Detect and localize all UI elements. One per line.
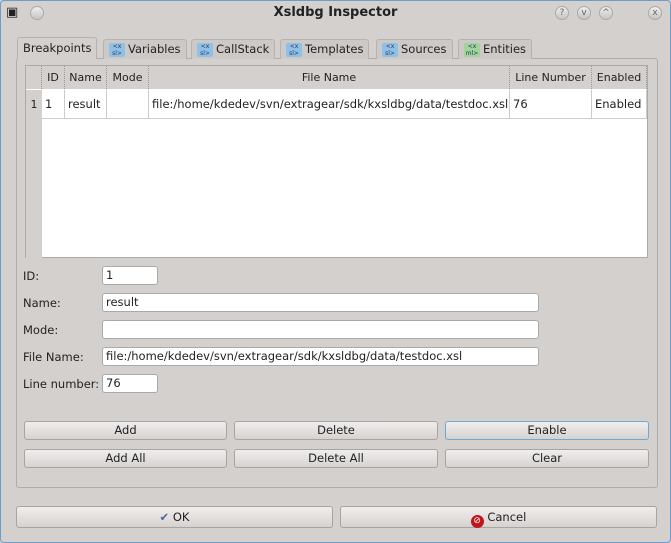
column-header-line-number[interactable]: Line Number <box>510 66 592 89</box>
window-title: Xsldbg Inspector <box>273 5 398 20</box>
mode-input[interactable] <box>102 320 539 339</box>
xsl-icon: <x sl> <box>382 42 398 57</box>
delete-all-button[interactable]: Delete All <box>234 449 438 468</box>
breakpoints-table[interactable]: ID Name Mode File Name Line Number Enabl… <box>25 65 648 258</box>
maximize-button[interactable]: ^ <box>599 6 613 20</box>
tab-callstack[interactable]: <x sl> CallStack <box>191 39 276 59</box>
corner-header <box>26 66 42 89</box>
minimize-button[interactable]: v <box>577 6 591 20</box>
cancel-icon: ⊘ <box>470 515 484 528</box>
cell-file-name[interactable]: file:/home/kdedev/svn/extragear/sdk/kxsl… <box>149 90 510 119</box>
cell-id[interactable]: 1 <box>42 90 65 119</box>
cancel-label: Cancel <box>487 510 527 524</box>
xsl-icon: <x sl> <box>286 42 302 57</box>
xsl-icon: <x sl> <box>109 42 125 57</box>
xsl-icon: <x sl> <box>197 42 213 57</box>
tab-label: Variables <box>128 42 181 56</box>
mode-label: Mode: <box>23 323 59 337</box>
file-name-label: File Name: <box>23 350 84 364</box>
help-button[interactable]: ? <box>555 6 569 20</box>
cell-name[interactable]: result <box>65 90 107 119</box>
id-input[interactable]: 1 <box>102 266 158 285</box>
tab-entities[interactable]: <x ml> Entities <box>458 39 533 59</box>
add-all-button[interactable]: Add All <box>24 449 227 468</box>
row-number[interactable]: 1 <box>26 90 42 119</box>
tab-label: Breakpoints <box>23 41 92 55</box>
column-header-mode[interactable]: Mode <box>107 66 149 89</box>
file-name-input[interactable]: file:/home/kdedev/svn/extragear/sdk/kxsl… <box>102 347 539 366</box>
id-label: ID: <box>23 269 40 283</box>
ok-label: OK <box>172 510 190 524</box>
cell-line-number[interactable]: 76 <box>510 90 592 119</box>
name-label: Name: <box>23 296 61 310</box>
cancel-button[interactable]: ⊘ Cancel <box>340 506 657 528</box>
tab-variables[interactable]: <x sl> Variables <box>103 39 187 59</box>
delete-button[interactable]: Delete <box>234 421 438 440</box>
column-header-name[interactable]: Name <box>65 66 107 89</box>
ok-button[interactable]: ✔ OK <box>16 506 333 528</box>
cell-mode[interactable] <box>107 90 149 119</box>
tab-label: Entities <box>483 42 527 56</box>
column-header-enabled[interactable]: Enabled <box>592 66 647 89</box>
cell-enabled[interactable]: Enabled <box>592 90 647 119</box>
name-input[interactable]: result <box>102 293 539 312</box>
add-button[interactable]: Add <box>24 421 227 440</box>
tab-label: CallStack <box>216 42 270 56</box>
tab-sources[interactable]: <x sl> Sources <box>376 39 453 59</box>
xml-icon: <x ml> <box>464 42 480 57</box>
dialog-window: ▣ Xsldbg Inspector ? v ^ x Breakpoints <… <box>0 0 671 543</box>
line-number-label: Line number: <box>23 377 100 391</box>
enable-button[interactable]: Enable <box>445 421 649 440</box>
tab-breakpoints[interactable]: Breakpoints <box>17 37 98 59</box>
tab-label: Sources <box>401 42 447 56</box>
tab-templates[interactable]: <x sl> Templates <box>280 39 370 59</box>
line-number-input[interactable]: 76 <box>102 374 158 393</box>
clear-button[interactable]: Clear <box>445 449 649 468</box>
checkmark-icon: ✔ <box>159 510 170 524</box>
tab-label: Templates <box>305 42 364 56</box>
column-header-id[interactable]: ID <box>42 66 65 89</box>
close-button[interactable]: x <box>648 6 662 20</box>
column-header-file-name[interactable]: File Name <box>149 66 510 89</box>
